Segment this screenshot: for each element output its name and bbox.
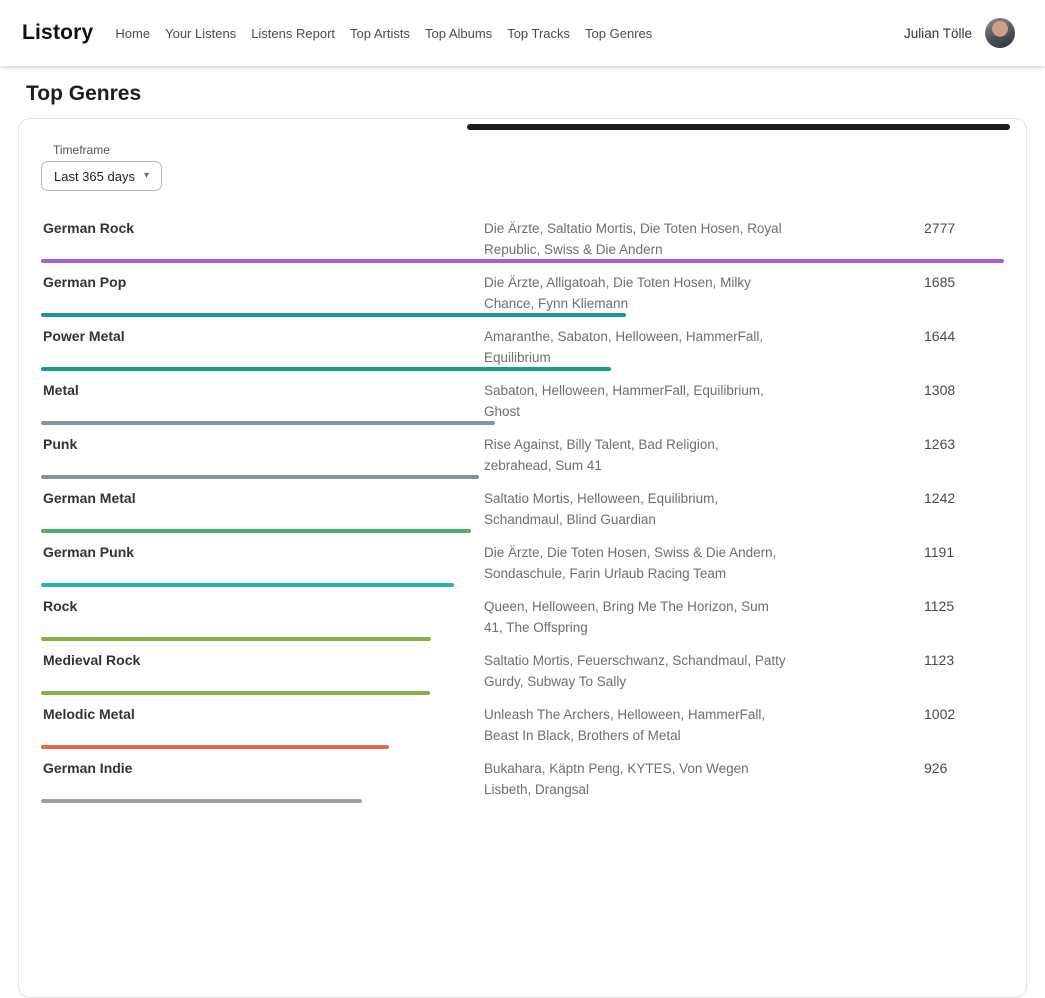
genre-count: 1685 [924, 272, 1004, 292]
genre-count: 2777 [924, 218, 1004, 238]
nav-item-home[interactable]: Home [115, 20, 150, 47]
genre-name: German Indie [41, 758, 484, 778]
genre-artists: Die Ärzte, Saltatio Mortis, Die Toten Ho… [484, 218, 789, 260]
main-nav: Home Your Listens Listens Report Top Art… [115, 20, 652, 47]
genre-artists: Die Ärzte, Alligatoah, Die Toten Hosen, … [484, 272, 789, 314]
genre-count: 1242 [924, 488, 1004, 508]
genre-artists: Saltatio Mortis, Helloween, Equilibrium,… [484, 488, 789, 530]
genre-row: German Rock Die Ärzte, Saltatio Mortis, … [41, 209, 1004, 263]
nav-item-top-artists[interactable]: Top Artists [350, 20, 410, 47]
genre-name: German Punk [41, 542, 484, 562]
genre-count: 1308 [924, 380, 1004, 400]
genre-name: German Pop [41, 272, 484, 292]
app-bar: Listory Home Your Listens Listens Report… [0, 0, 1045, 66]
genre-row: Medieval Rock Saltatio Mortis, Feuerschw… [41, 641, 1004, 695]
nav-item-top-tracks[interactable]: Top Tracks [507, 20, 570, 47]
top-genres-card: Timeframe Last 365 days ▾ German Rock Di… [18, 118, 1027, 998]
genre-count: 1123 [924, 650, 1004, 670]
app-logo[interactable]: Listory [22, 21, 93, 45]
genre-row: Melodic Metal Unleash The Archers, Hello… [41, 695, 1004, 749]
genre-name: Medieval Rock [41, 650, 484, 670]
horizontal-scrollbar-thumb[interactable] [467, 124, 1010, 130]
genre-name: German Rock [41, 218, 484, 238]
genre-artists: Unleash The Archers, Helloween, HammerFa… [484, 704, 789, 746]
genre-artists: Sabaton, Helloween, HammerFall, Equilibr… [484, 380, 789, 422]
genre-count: 1002 [924, 704, 1004, 724]
genre-row: German Metal Saltatio Mortis, Helloween,… [41, 479, 1004, 533]
genre-name: Rock [41, 596, 484, 616]
genre-count: 1191 [924, 542, 1004, 562]
nav-item-top-albums[interactable]: Top Albums [425, 20, 492, 47]
genre-name: Punk [41, 434, 484, 454]
genre-row: Power Metal Amaranthe, Sabaton, Hellowee… [41, 317, 1004, 371]
genre-artists: Bukahara, Käptn Peng, KYTES, Von Wegen L… [484, 758, 789, 800]
nav-item-listens-report[interactable]: Listens Report [251, 20, 335, 47]
genre-row: German Pop Die Ärzte, Alligatoah, Die To… [41, 263, 1004, 317]
genre-name: German Metal [41, 488, 484, 508]
genre-row: German Punk Die Ärzte, Die Toten Hosen, … [41, 533, 1004, 587]
chevron-down-icon: ▾ [144, 171, 149, 181]
genre-artists: Rise Against, Billy Talent, Bad Religion… [484, 434, 789, 476]
user-name: Julian Tölle [904, 26, 972, 41]
nav-item-top-genres[interactable]: Top Genres [585, 20, 652, 47]
genre-row: Rock Queen, Helloween, Bring Me The Hori… [41, 587, 1004, 641]
genre-name: Power Metal [41, 326, 484, 346]
genre-artists: Die Ärzte, Die Toten Hosen, Swiss & Die … [484, 542, 789, 584]
genre-count: 1644 [924, 326, 1004, 346]
avatar[interactable] [985, 18, 1015, 48]
page-title: Top Genres [26, 82, 1027, 106]
genre-artists: Amaranthe, Sabaton, Helloween, HammerFal… [484, 326, 789, 368]
main-content: Top Genres Timeframe Last 365 days ▾ Ger… [0, 82, 1045, 998]
user-area: Julian Tölle [904, 18, 1015, 48]
genre-row: Metal Sabaton, Helloween, HammerFall, Eq… [41, 371, 1004, 425]
genre-artists: Saltatio Mortis, Feuerschwanz, Schandmau… [484, 650, 789, 692]
genre-name: Metal [41, 380, 484, 400]
timeframe-label: Timeframe [53, 143, 1004, 157]
genre-artists: Queen, Helloween, Bring Me The Horizon, … [484, 596, 789, 638]
genre-name: Melodic Metal [41, 704, 484, 724]
genre-count: 1125 [924, 596, 1004, 616]
genre-count: 1263 [924, 434, 1004, 454]
timeframe-select[interactable]: Last 365 days ▾ [41, 161, 162, 191]
genre-progress-bar [41, 799, 362, 803]
genre-row: Punk Rise Against, Billy Talent, Bad Rel… [41, 425, 1004, 479]
genre-row: German Indie Bukahara, Käptn Peng, KYTES… [41, 749, 1004, 803]
timeframe-select-value: Last 365 days [54, 169, 135, 184]
nav-item-your-listens[interactable]: Your Listens [165, 20, 236, 47]
genre-table: German Rock Die Ärzte, Saltatio Mortis, … [41, 209, 1004, 803]
genre-count: 926 [924, 758, 1004, 778]
